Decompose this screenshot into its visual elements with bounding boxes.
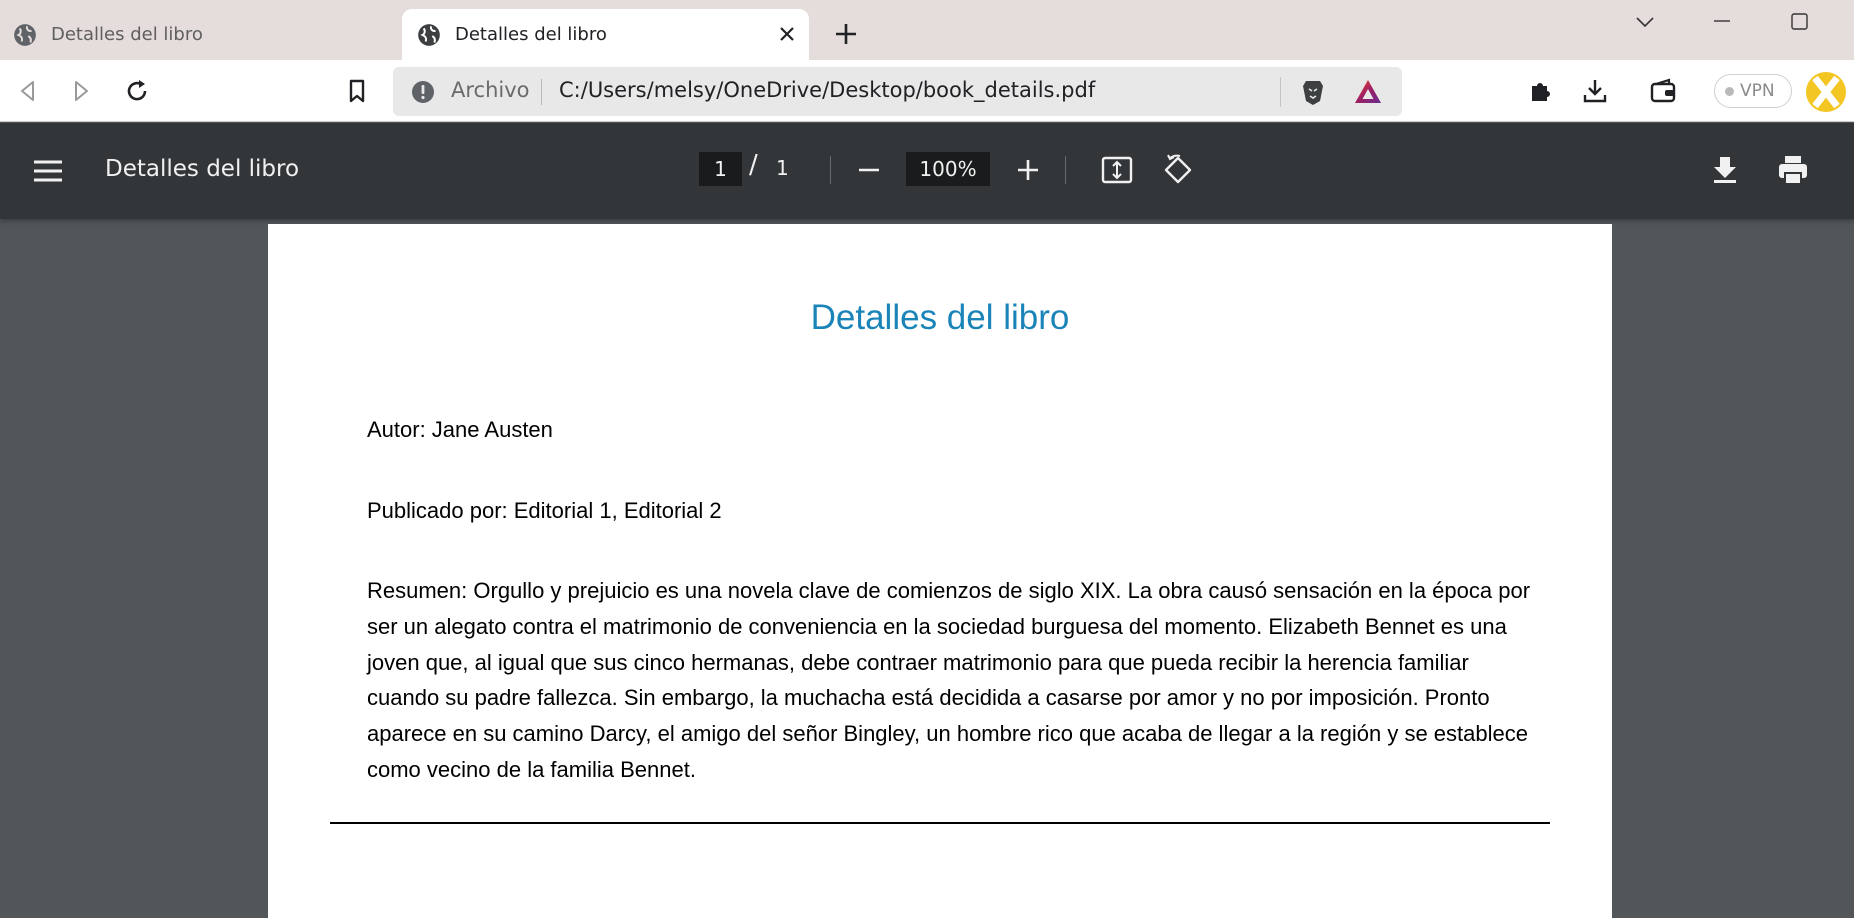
- tab-title: Detalles del libro: [455, 24, 607, 45]
- maximize-icon[interactable]: [1785, 8, 1813, 36]
- document-title: Detalles del libro: [105, 156, 300, 182]
- brave-rewards-icon[interactable]: [1353, 78, 1383, 106]
- pdf-page: Detalles del libro Autor: Jane Austen Pu…: [268, 224, 1612, 918]
- publisher-line: Publicado por: Editorial 1, Editorial 2: [367, 498, 722, 523]
- globe-icon: [14, 23, 36, 46]
- print-icon[interactable]: [1776, 153, 1810, 187]
- vpn-status-dot: [1725, 86, 1734, 96]
- forward-icon[interactable]: [66, 76, 96, 106]
- reload-icon[interactable]: [122, 76, 152, 106]
- globe-icon: [418, 23, 440, 46]
- divider: [1065, 156, 1066, 184]
- divider: [830, 156, 831, 184]
- zoom-input[interactable]: 100%: [906, 152, 990, 186]
- address-bar[interactable]: Archivo C:/Users/melsy/OneDrive/Desktop/…: [393, 67, 1402, 116]
- url-text[interactable]: C:/Users/melsy/OneDrive/Desktop/book_det…: [559, 78, 1095, 102]
- zoom-out-icon[interactable]: [852, 153, 886, 187]
- page-number-input[interactable]: 1: [699, 152, 742, 186]
- divider: [1280, 77, 1281, 107]
- minimize-icon[interactable]: [1708, 8, 1736, 36]
- document-heading: Detalles del libro: [810, 298, 1070, 337]
- zoom-in-icon[interactable]: [1011, 153, 1045, 187]
- tab-inactive[interactable]: Detalles del libro: [0, 9, 400, 60]
- avatar[interactable]: [1806, 72, 1846, 112]
- horizontal-rule: [330, 822, 1550, 824]
- vpn-button[interactable]: VPN: [1714, 74, 1792, 108]
- download-icon[interactable]: [1708, 153, 1742, 187]
- vpn-label: VPN: [1740, 81, 1775, 101]
- menu-icon[interactable]: [30, 156, 66, 186]
- brave-shields-icon[interactable]: [1298, 77, 1328, 107]
- download-icon[interactable]: [1580, 76, 1610, 106]
- summary-paragraph: Resumen: Orgullo y prejuicio es una nove…: [367, 578, 1531, 782]
- pdf-toolbar: Detalles del libro 1 / 1 100%: [0, 123, 1854, 219]
- tab-strip: Detalles del libro Detalles del libro: [0, 0, 1854, 60]
- rotate-icon[interactable]: [1161, 153, 1195, 187]
- tab-title: Detalles del libro: [51, 24, 203, 45]
- wallet-icon[interactable]: [1648, 76, 1678, 106]
- plus-icon[interactable]: [832, 20, 860, 48]
- back-icon[interactable]: [13, 76, 43, 106]
- page-total: 1: [776, 156, 789, 180]
- close-icon[interactable]: [777, 24, 797, 44]
- divider: [541, 79, 542, 105]
- navigation-bar: Archivo C:/Users/melsy/OneDrive/Desktop/…: [0, 60, 1854, 122]
- profile-icon: [1812, 75, 1840, 109]
- page-separator: /: [749, 150, 758, 180]
- info-icon[interactable]: [411, 80, 435, 104]
- author-line: Autor: Jane Austen: [367, 417, 553, 442]
- tab-active[interactable]: Detalles del libro: [402, 9, 809, 60]
- bookmark-icon[interactable]: [342, 76, 372, 106]
- chevron-down-icon[interactable]: [1631, 8, 1659, 36]
- scheme-label: Archivo: [451, 78, 530, 102]
- fit-page-icon[interactable]: [1100, 153, 1134, 187]
- extensions-icon[interactable]: [1526, 76, 1556, 106]
